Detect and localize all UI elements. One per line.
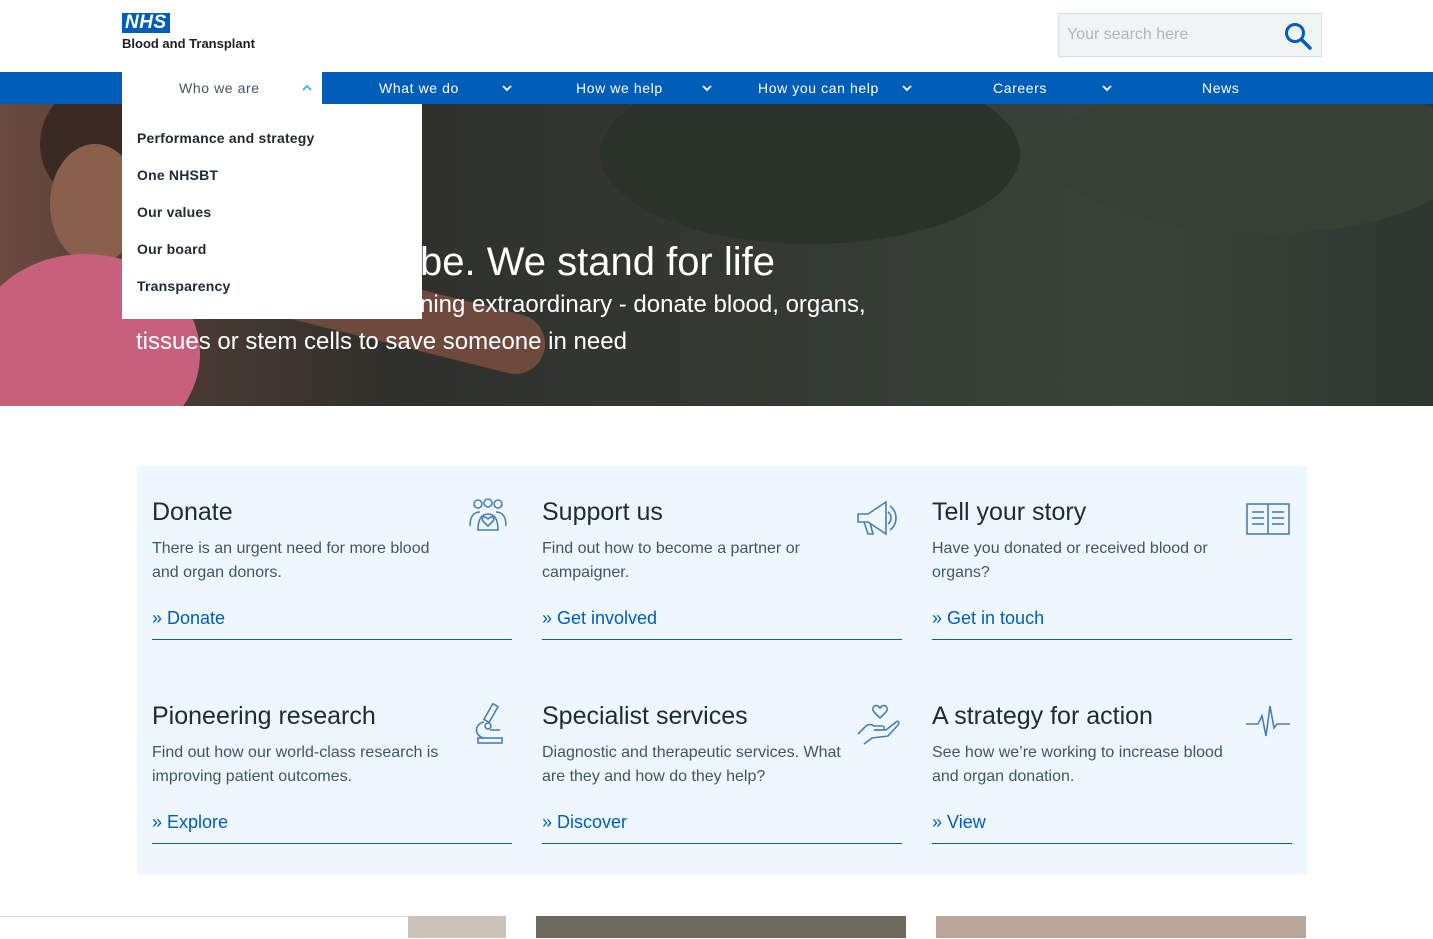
site-header: NHS Blood and Transplant bbox=[0, 0, 1433, 72]
news-image-peek bbox=[536, 916, 906, 938]
nav-label: News bbox=[1202, 80, 1240, 96]
card-text: Diagnostic and therapeutic services. Wha… bbox=[542, 744, 841, 785]
card-title: Tell your story bbox=[932, 498, 1087, 526]
news-image-peek bbox=[936, 916, 1306, 938]
nav-item-who-we-are[interactable]: Who we are bbox=[122, 72, 322, 104]
card-title: Specialist services bbox=[542, 702, 748, 730]
chevron-down-icon bbox=[702, 85, 712, 92]
search-button[interactable] bbox=[1283, 21, 1313, 51]
card-specialist-services: Specialist services Diagnostic and thera… bbox=[542, 702, 902, 844]
people-heart-icon bbox=[469, 498, 507, 531]
nav-label: How you can help bbox=[758, 80, 879, 96]
card-donate: Donate There is an urgent need for more … bbox=[152, 498, 512, 640]
chevron-up-icon bbox=[302, 84, 312, 91]
search-input[interactable] bbox=[1059, 14, 1277, 56]
nav-item-how-we-help[interactable]: How we help bbox=[522, 72, 722, 104]
card-link-get-in-touch[interactable]: » Get in touch bbox=[932, 608, 1044, 629]
card-divider bbox=[542, 639, 902, 640]
nav-item-how-you-can-help[interactable]: How you can help bbox=[722, 72, 922, 104]
card-divider bbox=[152, 843, 512, 844]
hero-photo-foliage bbox=[600, 104, 1020, 244]
hero-title: be. We stand for life bbox=[420, 240, 775, 284]
dropdown-item-performance-and-strategy[interactable]: Performance and strategy bbox=[137, 130, 315, 146]
card-link-discover[interactable]: » Discover bbox=[542, 812, 627, 833]
nav-item-what-we-do[interactable]: What we do bbox=[322, 72, 522, 104]
card-divider bbox=[932, 843, 1292, 844]
chevron-down-icon bbox=[1102, 85, 1112, 92]
hero-photo-foliage bbox=[1050, 104, 1433, 234]
card-pioneering-research: Pioneering research Find out how our wor… bbox=[152, 702, 512, 844]
cookie-banner-edge bbox=[0, 916, 408, 939]
nav-label: Who we are bbox=[179, 80, 260, 96]
cards-panel: Donate There is an urgent need for more … bbox=[137, 466, 1307, 875]
heartbeat-icon bbox=[1246, 705, 1290, 737]
card-link-explore[interactable]: » Explore bbox=[152, 812, 228, 833]
card-text: There is an urgent need for more blood a… bbox=[152, 540, 430, 581]
dropdown-item-our-board[interactable]: Our board bbox=[137, 241, 206, 257]
hand-heart-icon bbox=[857, 704, 900, 745]
card-support-us: Support us Find out how to become a part… bbox=[542, 498, 902, 640]
card-link-get-involved[interactable]: » Get involved bbox=[542, 608, 657, 629]
card-divider bbox=[152, 639, 512, 640]
card-strategy-for-action: A strategy for action See how we’re work… bbox=[932, 702, 1292, 844]
search-box bbox=[1058, 13, 1322, 57]
card-text: See how we’re working to increase blood … bbox=[932, 744, 1223, 785]
card-link-label: Explore bbox=[167, 812, 229, 832]
dropdown-item-transparency[interactable]: Transparency bbox=[137, 278, 230, 294]
dropdown-item-our-values[interactable]: Our values bbox=[137, 204, 211, 220]
logo-org-name: Blood and Transplant bbox=[122, 36, 255, 51]
card-divider bbox=[932, 639, 1292, 640]
nhs-logo-badge: NHS bbox=[122, 13, 170, 33]
card-link-view[interactable]: » View bbox=[932, 812, 986, 833]
card-link-label: Donate bbox=[167, 608, 226, 628]
microscope-icon bbox=[475, 702, 503, 744]
card-link-label: Get involved bbox=[557, 608, 658, 628]
card-tell-your-story: Tell your story Have you donated or rece… bbox=[932, 498, 1292, 640]
chevron-down-icon bbox=[502, 85, 512, 92]
card-title: Donate bbox=[152, 498, 233, 526]
who-we-are-dropdown: Performance and strategy One NHSBT Our v… bbox=[122, 104, 422, 319]
search-icon bbox=[1285, 23, 1312, 50]
card-title: Support us bbox=[542, 498, 663, 526]
nhsbt-logo[interactable]: NHS Blood and Transplant bbox=[122, 13, 255, 51]
nav-label: What we do bbox=[379, 80, 459, 96]
card-link-label: Discover bbox=[557, 812, 628, 832]
main-nav: Who we are What we do How we help How yo… bbox=[0, 72, 1433, 104]
news-image-peek bbox=[408, 916, 506, 938]
nav-label: Careers bbox=[993, 80, 1047, 96]
nav-label: How we help bbox=[576, 80, 663, 96]
open-book-icon bbox=[1246, 503, 1290, 535]
nav-item-careers[interactable]: Careers bbox=[922, 72, 1122, 104]
card-link-label: View bbox=[947, 812, 986, 832]
card-text: Find out how to become a partner or camp… bbox=[542, 540, 800, 581]
card-divider bbox=[542, 843, 902, 844]
card-title: Pioneering research bbox=[152, 702, 376, 730]
card-link-label: Get in touch bbox=[947, 608, 1045, 628]
card-text: Find out how our world-class research is… bbox=[152, 744, 439, 785]
dropdown-item-one-nhsbt[interactable]: One NHSBT bbox=[137, 167, 218, 183]
chevron-down-icon bbox=[902, 85, 912, 92]
card-text: Have you donated or received blood or or… bbox=[932, 540, 1208, 581]
card-title: A strategy for action bbox=[932, 702, 1153, 730]
megaphone-icon bbox=[857, 500, 897, 536]
nav-item-news[interactable]: News bbox=[1122, 72, 1322, 104]
card-link-donate[interactable]: » Donate bbox=[152, 608, 225, 629]
